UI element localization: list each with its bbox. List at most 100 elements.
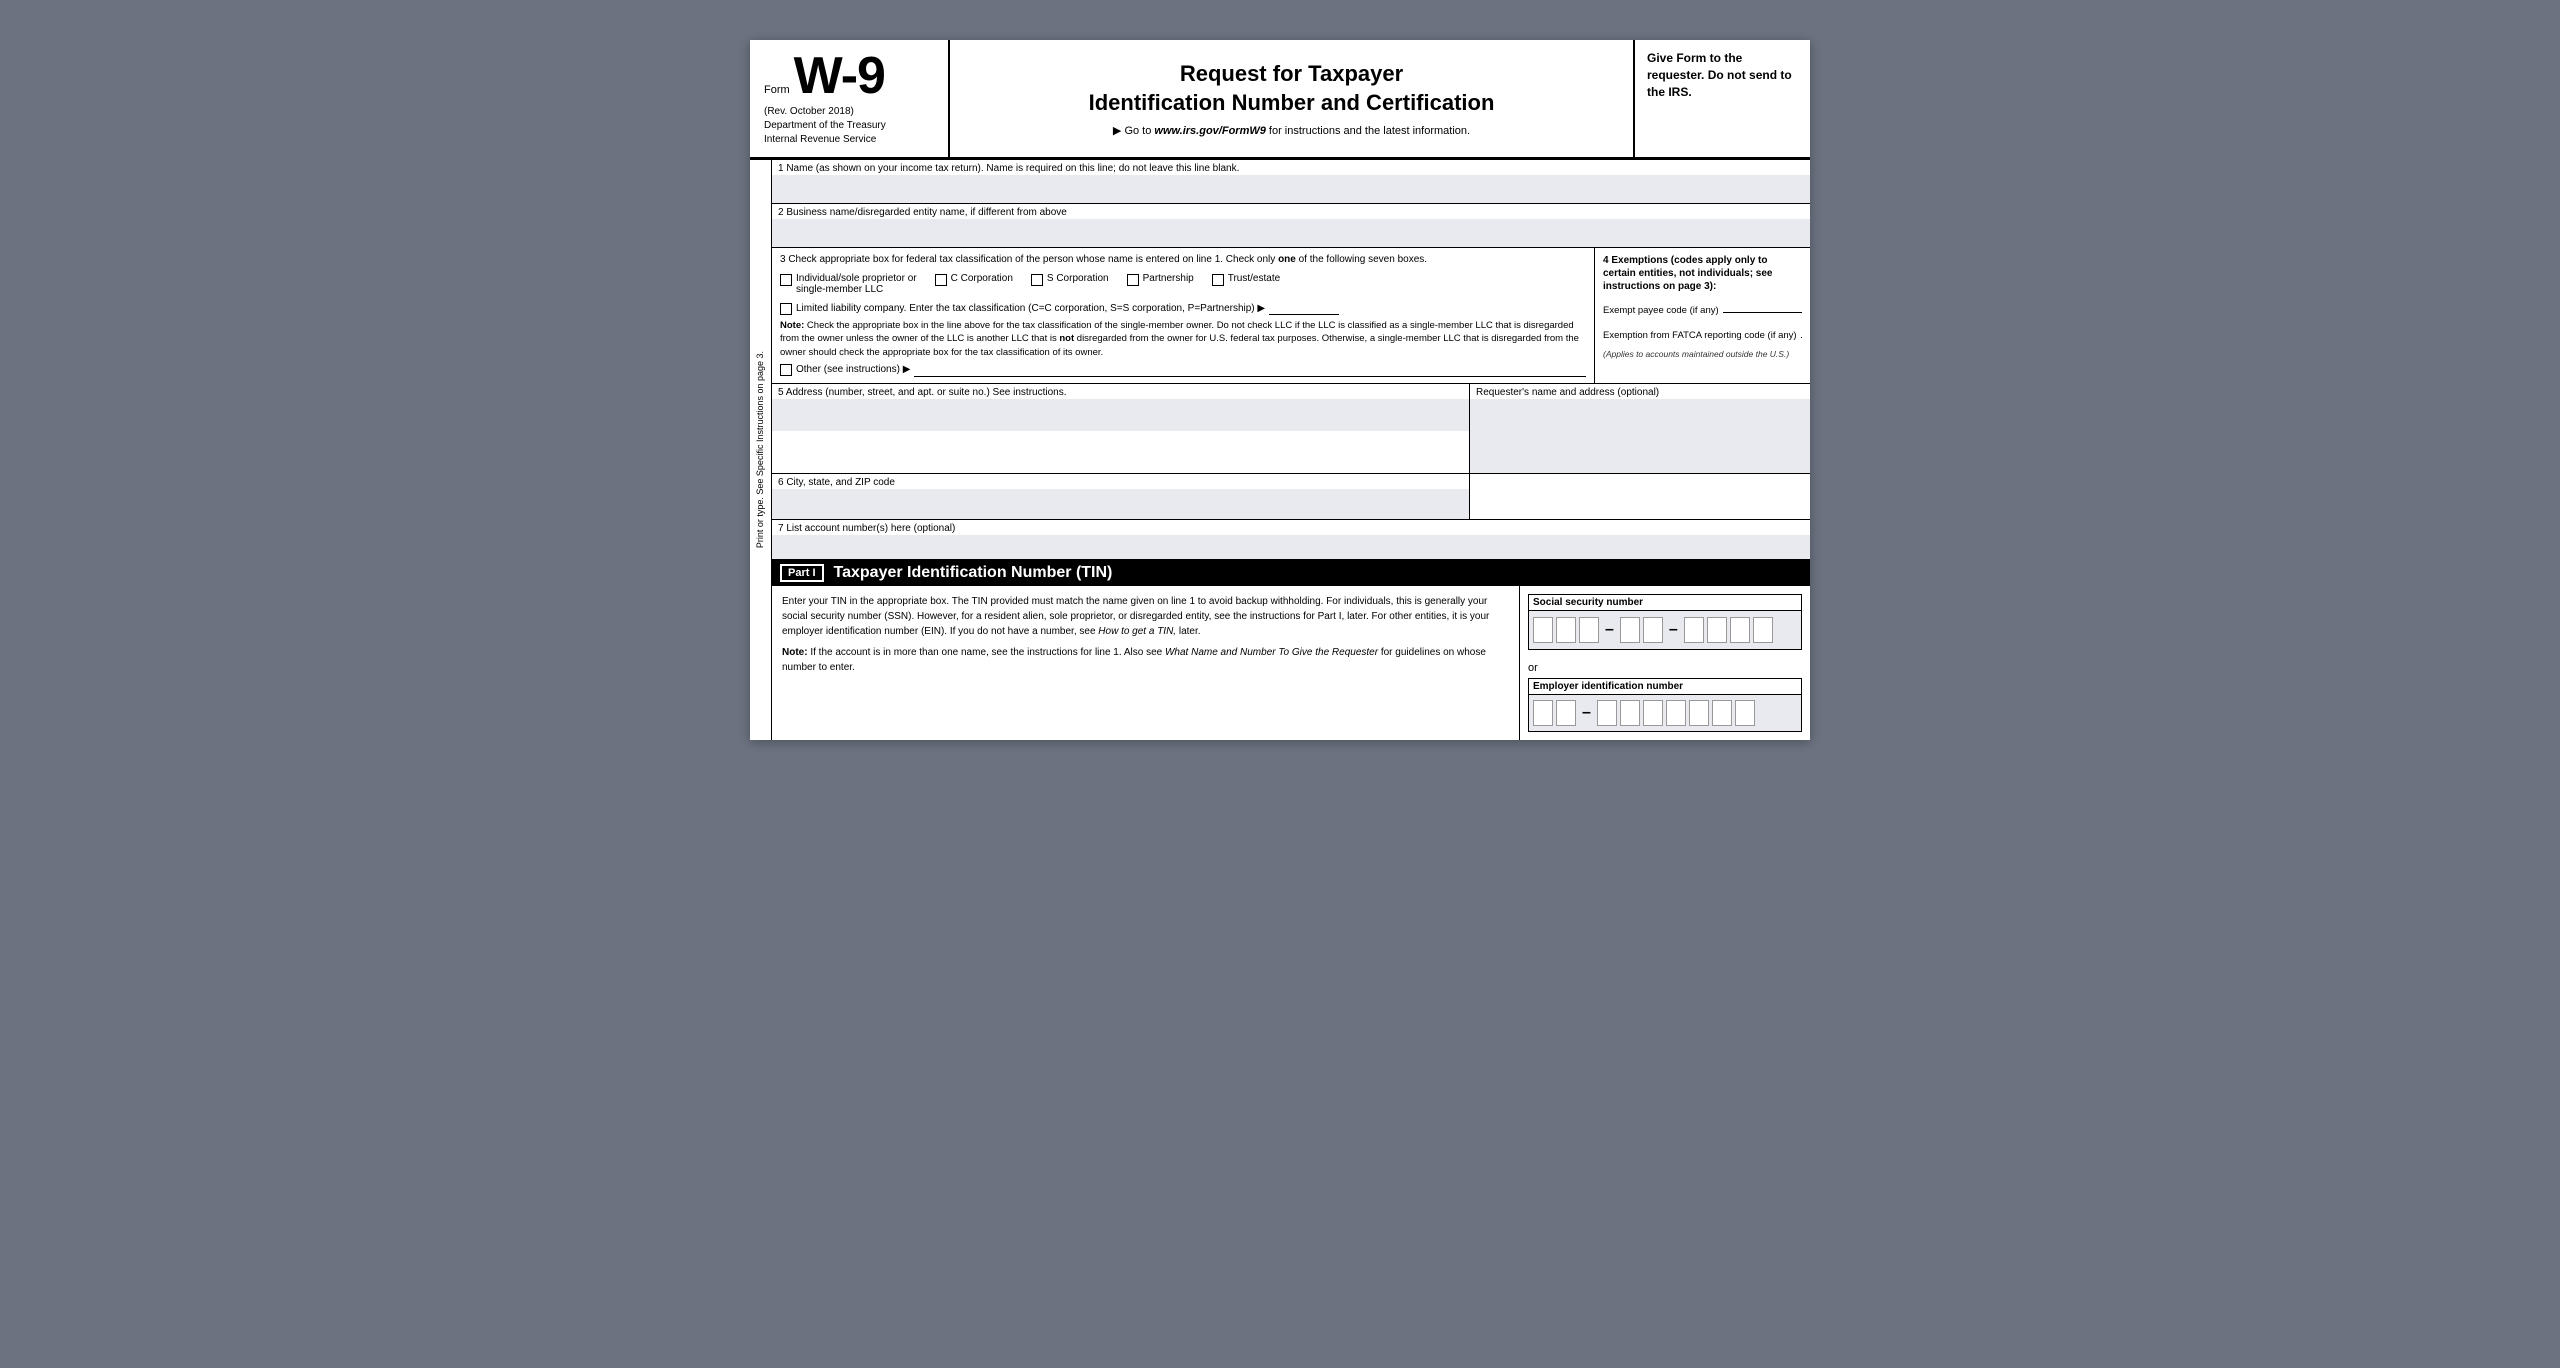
line3-label-start: 3 Check appropriate box for federal tax …	[780, 254, 1278, 265]
ein-cell-6[interactable]	[1666, 700, 1686, 726]
checkbox-partnership-label: Partnership	[1143, 273, 1194, 284]
part1-italic: How to get a TIN,	[1098, 626, 1176, 637]
ein-dash: –	[1582, 704, 1591, 722]
exempt-payee-label: Exempt payee code (if any)	[1603, 305, 1719, 316]
part1-title: Taxpayer Identification Number (TIN)	[834, 564, 1113, 582]
line3-label-end: of the following seven boxes.	[1296, 254, 1427, 265]
line5-label: 5 Address (number, street, and apt. or s…	[772, 384, 1469, 399]
other-row: Other (see instructions) ▶	[780, 363, 1586, 377]
fatca-applies-note: (Applies to accounts maintained outside …	[1603, 349, 1802, 359]
line2-input[interactable]	[772, 219, 1810, 247]
ein-cell-4[interactable]	[1620, 700, 1640, 726]
requester-label: Requester's name and address (optional)	[1470, 384, 1810, 399]
checkbox-trust-box[interactable]	[1212, 274, 1224, 286]
line5-input[interactable]	[772, 399, 1469, 431]
ssn-cell-4[interactable]	[1620, 617, 1640, 643]
requester-input[interactable]	[1470, 399, 1810, 473]
header-form-id: Form W-9 (Rev. October 2018) Department …	[750, 40, 950, 157]
part1-body: Enter your TIN in the appropriate box. T…	[772, 586, 1810, 740]
requester-box: Requester's name and address (optional)	[1470, 384, 1810, 473]
ssn-cell-2[interactable]	[1556, 617, 1576, 643]
line6-left: 6 City, state, and ZIP code	[772, 474, 1470, 519]
ssn-cell-8[interactable]	[1730, 617, 1750, 643]
llc-note: Note: Check the appropriate box in the l…	[780, 319, 1586, 359]
fatca-field: Exemption from FATCA reporting code (if …	[1603, 324, 1802, 341]
side-label-text: Print or type. See Specific Instructions…	[755, 347, 766, 552]
form-fields: 1 Name (as shown on your income tax retu…	[772, 160, 1810, 740]
ein-cell-2[interactable]	[1556, 700, 1576, 726]
form-rev: (Rev. October 2018)	[764, 106, 934, 117]
line1-label: 1 Name (as shown on your income tax retu…	[772, 160, 1810, 175]
part1-note-label: Note:	[782, 647, 808, 658]
line1-input[interactable]	[772, 175, 1810, 203]
ein-cell-9[interactable]	[1735, 700, 1755, 726]
checkbox-s-corp-label: S Corporation	[1047, 273, 1109, 284]
ssn-cell-6[interactable]	[1684, 617, 1704, 643]
ein-segment1	[1533, 700, 1576, 726]
ssn-segment1	[1533, 617, 1599, 643]
give-form-text: Give Form to the requester. Do not send …	[1647, 50, 1798, 100]
line7-row: 7 List account number(s) here (optional)	[772, 520, 1810, 560]
w9-form: Form W-9 (Rev. October 2018) Department …	[750, 40, 1810, 740]
line3-left: 3 Check appropriate box for federal tax …	[772, 248, 1595, 383]
ein-cell-5[interactable]	[1643, 700, 1663, 726]
part1-note-italic: What Name and Number To Give the Request…	[1165, 647, 1378, 658]
checkbox-s-corp: S Corporation	[1031, 273, 1109, 286]
note-not: not	[1059, 333, 1074, 344]
ssn-cell-9[interactable]	[1753, 617, 1773, 643]
part1-tin-boxes: Social security number –	[1520, 586, 1810, 740]
ssn-segment3	[1684, 617, 1773, 643]
part1-text: Enter your TIN in the appropriate box. T…	[772, 586, 1520, 740]
ssn-cell-3[interactable]	[1579, 617, 1599, 643]
checkbox-other-box[interactable]	[780, 364, 792, 376]
checkbox-c-corp-box[interactable]	[935, 274, 947, 286]
part1-note: Note: If the account is in more than one…	[782, 645, 1509, 675]
checkbox-s-corp-box[interactable]	[1031, 274, 1043, 286]
ein-fields: –	[1529, 695, 1801, 731]
ssn-dash-1: –	[1605, 621, 1614, 639]
ein-cell-1[interactable]	[1533, 700, 1553, 726]
other-label: Other (see instructions) ▶	[796, 364, 910, 375]
ssn-cell-7[interactable]	[1707, 617, 1727, 643]
ein-segment2	[1597, 700, 1755, 726]
fatca-input[interactable]	[1801, 324, 1802, 338]
ssn-box: Social security number –	[1528, 594, 1802, 650]
ssn-cell-5[interactable]	[1643, 617, 1663, 643]
form-header: Form W-9 (Rev. October 2018) Department …	[750, 40, 1810, 160]
checkbox-individual-label: Individual/sole proprietor orsingle-memb…	[796, 273, 917, 295]
checkbox-partnership-box[interactable]	[1127, 274, 1139, 286]
llc-row: Limited liability company. Enter the tax…	[780, 301, 1586, 315]
line3-label-one: one	[1278, 254, 1296, 265]
ein-cell-8[interactable]	[1712, 700, 1732, 726]
form-body: Print or type. See Specific Instructions…	[750, 160, 1810, 740]
ssn-dash-2: –	[1669, 621, 1678, 639]
form-word-label: Form	[764, 84, 790, 96]
checkbox-trust: Trust/estate	[1212, 273, 1280, 286]
exempt-payee-input[interactable]	[1723, 299, 1802, 313]
line6-right-space	[1470, 474, 1810, 519]
line6-input[interactable]	[772, 489, 1469, 519]
part1-header: Part I Taxpayer Identification Number (T…	[772, 560, 1810, 586]
checkbox-trust-label: Trust/estate	[1228, 273, 1280, 284]
checkbox-c-corp: C Corporation	[935, 273, 1013, 286]
line6-label: 6 City, state, and ZIP code	[772, 474, 1469, 489]
exempt-payee-field: Exempt payee code (if any)	[1603, 299, 1802, 316]
line7-input[interactable]	[772, 535, 1810, 559]
ssn-fields: – –	[1529, 611, 1801, 649]
line6-row: 6 City, state, and ZIP code	[772, 474, 1810, 520]
llc-classification-input[interactable]	[1269, 301, 1339, 315]
ein-cell-3[interactable]	[1597, 700, 1617, 726]
form-dept: Department of the Treasury Internal Reve…	[764, 119, 934, 147]
ein-cell-7[interactable]	[1689, 700, 1709, 726]
form-number: W-9	[794, 50, 885, 102]
ssn-cell-1[interactable]	[1533, 617, 1553, 643]
checkbox-individual: Individual/sole proprietor orsingle-memb…	[780, 273, 917, 295]
line5-left: 5 Address (number, street, and apt. or s…	[772, 384, 1470, 473]
other-input[interactable]	[914, 363, 1586, 377]
goto-line: ▶ Go to www.irs.gov/FormW9 for instructi…	[1113, 124, 1470, 137]
line3-title: 3 Check appropriate box for federal tax …	[780, 254, 1586, 265]
checkbox-llc-box[interactable]	[780, 303, 792, 315]
part1-label: Part I	[780, 564, 824, 582]
checkbox-individual-box[interactable]	[780, 274, 792, 286]
header-title: Request for Taxpayer Identification Numb…	[950, 40, 1635, 157]
